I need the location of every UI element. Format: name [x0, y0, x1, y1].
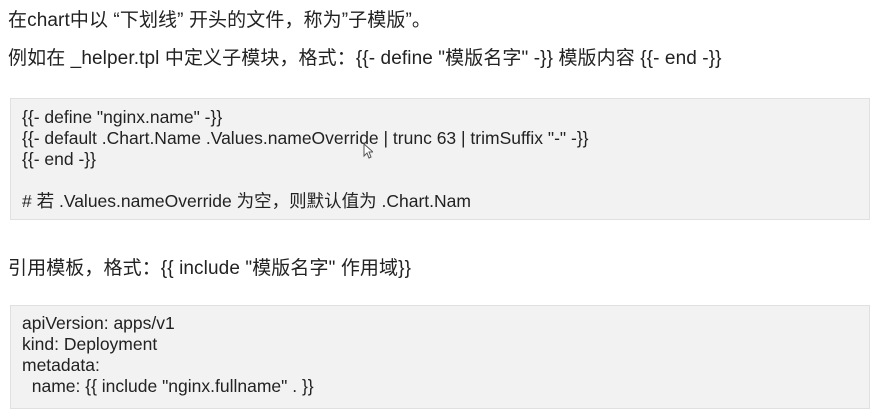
code-line: apiVersion: apps/v1 — [22, 313, 175, 333]
code-line: metadata: — [22, 355, 100, 375]
code-line: {{- end -}} — [22, 149, 96, 169]
define-syntax-text-line: 例如在 _helper.tpl 中定义子模块，格式：{{- define "模版… — [8, 48, 722, 69]
intro-text-line: 在chart中以 “下划线” 开头的文件，称为”子模版”。 — [8, 10, 432, 31]
code-block-define: {{- define "nginx.name" -}} {{- default … — [10, 98, 870, 220]
code-comment-line: # 若 .Values.nameOverride 为空，则默认值为 .Chart… — [22, 191, 471, 211]
include-syntax-text-line: 引用模板，格式：{{ include "模版名字" 作用域}} — [8, 258, 412, 279]
code-block-include: apiVersion: apps/v1 kind: Deployment met… — [10, 305, 870, 409]
mouse-pointer-icon — [363, 143, 373, 159]
code-line: kind: Deployment — [22, 334, 158, 354]
code-line: {{- define "nginx.name" -}} — [22, 107, 223, 127]
code-line: name: {{ include "nginx.fullname" . }} — [22, 376, 314, 396]
code-line: {{- default .Chart.Name .Values.nameOver… — [22, 128, 589, 148]
